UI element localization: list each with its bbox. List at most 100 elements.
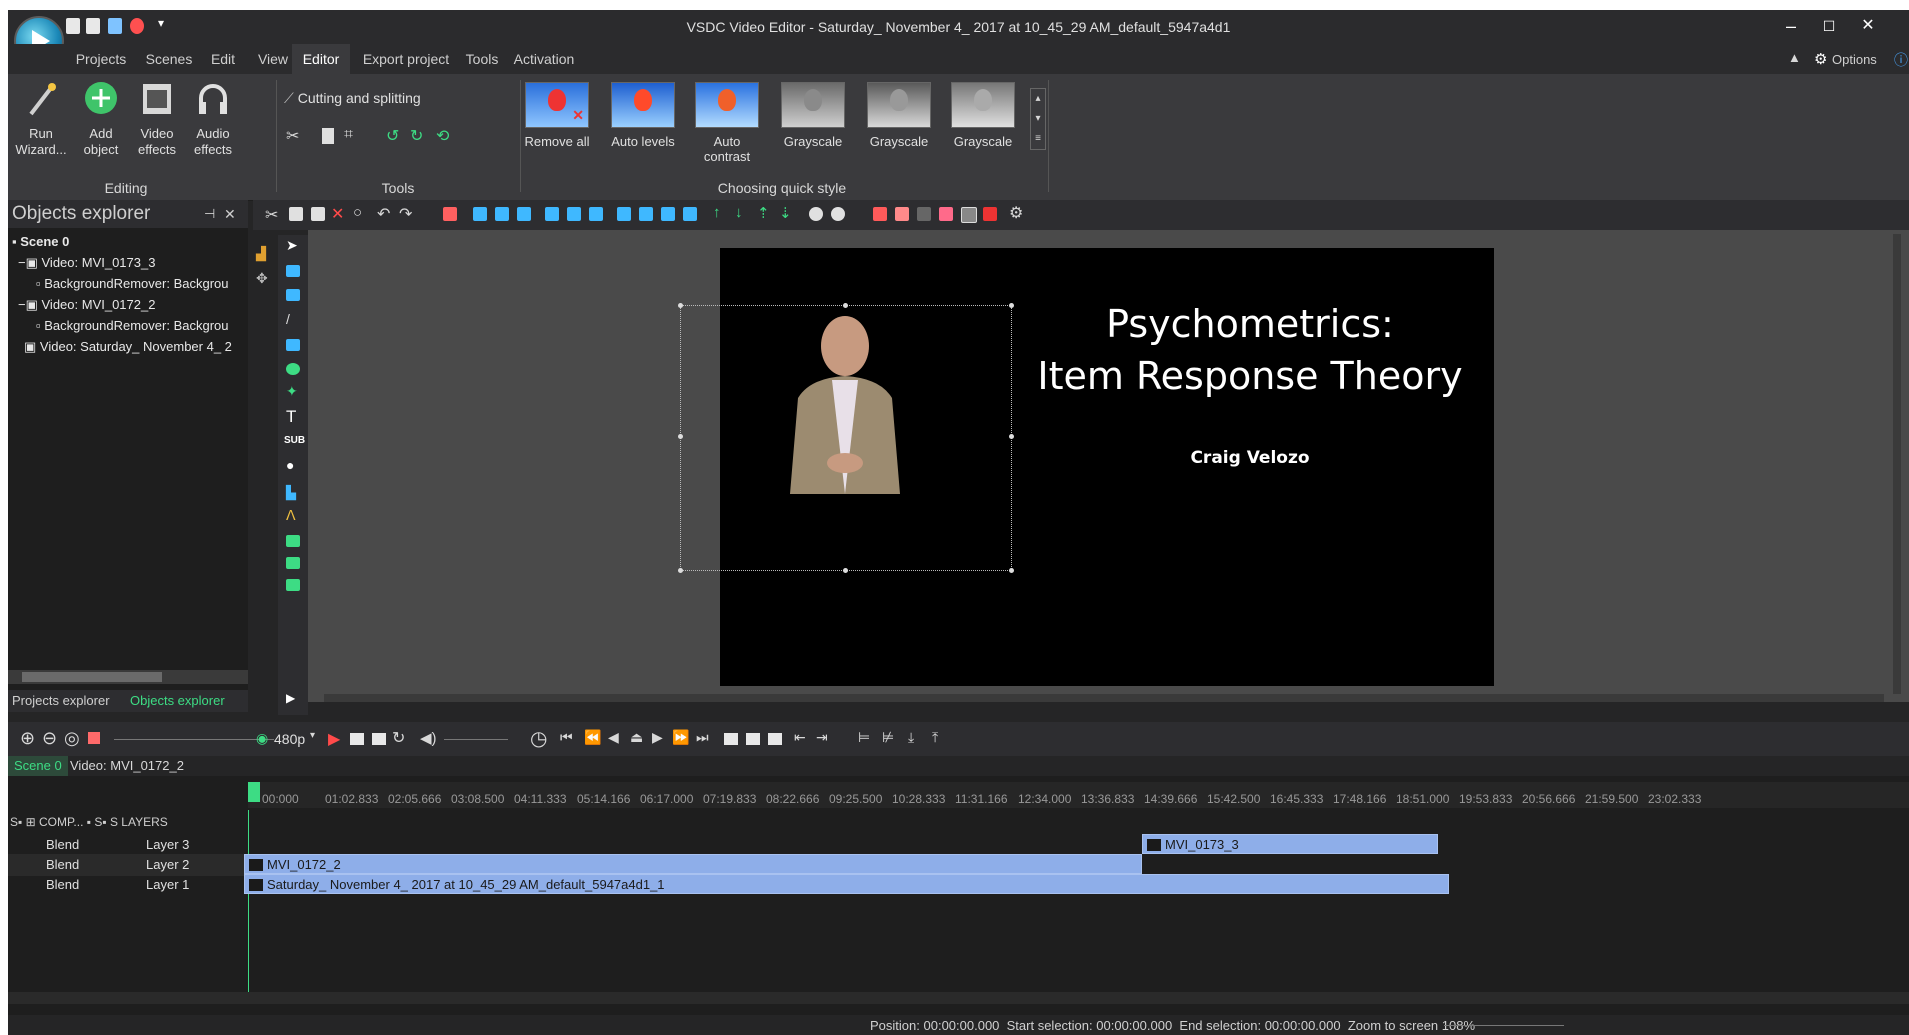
redo-icon[interactable]: ↷	[399, 204, 412, 224]
ellipse-icon[interactable]	[286, 363, 300, 375]
paste-icon[interactable]	[311, 207, 325, 221]
tab-editor[interactable]: Editor	[292, 44, 350, 74]
resolution-select[interactable]: 480p	[274, 731, 305, 747]
chevron-down-icon[interactable]: ▾	[310, 730, 315, 741]
tab-video-mvi-0172[interactable]: Video: MVI_0172_2	[64, 756, 190, 776]
timeline-scrollbar[interactable]	[8, 992, 1909, 1004]
image-icon[interactable]	[286, 535, 300, 547]
open-project-icon[interactable]	[86, 18, 100, 34]
quick-style-grayscale-2[interactable]: Grayscale	[864, 82, 934, 149]
tab-scene-0[interactable]: Scene 0	[8, 756, 68, 776]
align-left-icon[interactable]	[473, 207, 487, 221]
same-height-icon[interactable]	[683, 207, 697, 221]
ungroup-icon[interactable]	[831, 207, 845, 221]
stop-icon[interactable]: ⏏	[630, 729, 643, 746]
eye-icon[interactable]: ◉	[256, 730, 268, 747]
record-icon[interactable]	[130, 18, 144, 34]
distribute-v-icon[interactable]	[639, 207, 653, 221]
tab-scenes[interactable]: Scenes	[138, 44, 200, 74]
align-bottom-icon[interactable]	[589, 207, 603, 221]
pin-icon[interactable]: ⊣	[204, 200, 215, 228]
skip-end-icon[interactable]: ⏭	[696, 729, 709, 746]
delete-icon[interactable]: ✕	[331, 204, 344, 224]
tree-item-video[interactable]: ▣ Video: Saturday_ November 4_ 2	[24, 339, 232, 355]
tab-projects[interactable]: Projects	[66, 44, 136, 74]
zoom-in-icon[interactable]: ⊕	[20, 728, 35, 749]
options-button[interactable]: Options	[1832, 52, 1877, 67]
distribute-h-icon[interactable]	[617, 207, 631, 221]
speech-bubble-icon[interactable]: ●	[286, 457, 294, 473]
layer-2-icon[interactable]	[895, 207, 909, 221]
rotate-right-icon[interactable]: ↻	[410, 126, 423, 146]
layer-header-1[interactable]: Blend Layer 1	[8, 874, 248, 896]
move-icon[interactable]: ✥	[256, 270, 268, 287]
scrollbar-thumb[interactable]	[22, 672, 162, 682]
playhead-marker-icon[interactable]	[248, 782, 260, 802]
save-icon[interactable]	[108, 18, 122, 34]
panel-close-icon[interactable]: ✕	[224, 200, 236, 228]
bring-front-icon[interactable]: ⇡	[757, 204, 770, 222]
canvas-vertical-scrollbar[interactable]	[1893, 234, 1901, 694]
play-preview-icon[interactable]: ▶	[328, 729, 340, 749]
snap-icon[interactable]: ⊨	[858, 729, 870, 746]
clip-mvi-0173-3[interactable]: MVI_0173_3	[1142, 834, 1438, 854]
resize-handle[interactable]	[1009, 568, 1014, 573]
align-right-icon[interactable]	[517, 207, 531, 221]
minimize-button[interactable]: –	[1776, 14, 1806, 38]
resize-handle[interactable]	[678, 303, 683, 308]
line-icon[interactable]: /	[286, 311, 290, 327]
align-top-icon[interactable]	[545, 207, 559, 221]
split-icon[interactable]	[322, 128, 334, 144]
info-icon[interactable]: ⓘ	[1894, 50, 1908, 70]
crop-icon[interactable]: ⌗	[344, 126, 353, 144]
group-icon[interactable]	[809, 207, 823, 221]
copy-icon[interactable]	[289, 207, 303, 221]
fast-forward-icon[interactable]: ⏩	[672, 729, 689, 746]
rotate-left-icon[interactable]: ↺	[386, 126, 399, 146]
snap-2-icon[interactable]: ⊭	[882, 729, 894, 746]
layer-header-2[interactable]: Blend Layer 2	[8, 854, 248, 876]
freeform-icon[interactable]: ✦	[286, 383, 298, 400]
layer-header-3[interactable]: Blend Layer 3	[8, 834, 248, 856]
video-icon[interactable]	[286, 579, 300, 591]
marker-icon[interactable]	[88, 732, 100, 744]
volume-slider[interactable]	[444, 739, 508, 740]
gear-icon[interactable]: ⚙	[1814, 50, 1827, 68]
maximize-button[interactable]: ☐	[1814, 14, 1844, 38]
tab-objects-explorer[interactable]: Objects explorer	[130, 693, 225, 708]
move-up-icon[interactable]: ↑	[713, 204, 721, 221]
cut-icon[interactable]: ✂	[265, 205, 278, 225]
quick-style-grayscale-3[interactable]: Grayscale	[948, 82, 1018, 149]
quick-style-auto-levels[interactable]: Auto levels	[608, 82, 678, 149]
playhead-line[interactable]	[248, 810, 249, 1000]
select-all-icon[interactable]	[443, 207, 457, 221]
resize-handle[interactable]	[843, 303, 848, 308]
tree-item-scene[interactable]: ▪ Scene 0	[12, 234, 69, 249]
loop-icon[interactable]: ↻	[392, 728, 405, 748]
split-view-icon[interactable]	[724, 733, 738, 745]
mark-out-icon[interactable]: ⇥	[816, 729, 828, 746]
align-middle-icon[interactable]	[567, 207, 581, 221]
resize-handle[interactable]	[1009, 303, 1014, 308]
resize-handle[interactable]	[678, 568, 683, 573]
clip-mvi-0172-2[interactable]: MVI_0172_2	[244, 854, 1142, 874]
layer-icon[interactable]	[873, 207, 887, 221]
chart-icon[interactable]: ▟	[256, 246, 266, 262]
split-view-3-icon[interactable]	[768, 733, 782, 745]
clock-icon[interactable]: ◷	[530, 726, 547, 751]
run-wizard-button[interactable]: Run Wizard...	[12, 80, 70, 158]
zoom-slider[interactable]	[114, 739, 274, 740]
horizontal-scrollbar[interactable]	[8, 670, 248, 684]
audio-effects-button[interactable]: Audio effects	[186, 80, 240, 158]
collapse-ribbon-icon[interactable]: ▲	[1788, 50, 1801, 65]
tab-edit[interactable]: Edit	[200, 44, 246, 74]
time-ruler[interactable]: 00:000 01:02.833 02:05.666 03:08.500 04:11.3…	[248, 782, 1909, 808]
zoom-slider[interactable]	[1444, 1025, 1564, 1026]
split-view-2-icon[interactable]	[746, 733, 760, 745]
quick-style-grayscale-1[interactable]: Grayscale	[778, 82, 848, 149]
cut-tool-icon[interactable]: ✂	[286, 126, 299, 146]
volume-icon[interactable]: ◀)	[420, 729, 437, 747]
tree-item-effect[interactable]: ▫ BackgroundRemover: Backgrou	[36, 318, 229, 333]
tab-tools[interactable]: Tools	[456, 44, 508, 74]
clip-saturday-video[interactable]: Saturday_ November 4_ 2017 at 10_45_29 A…	[244, 874, 1449, 894]
